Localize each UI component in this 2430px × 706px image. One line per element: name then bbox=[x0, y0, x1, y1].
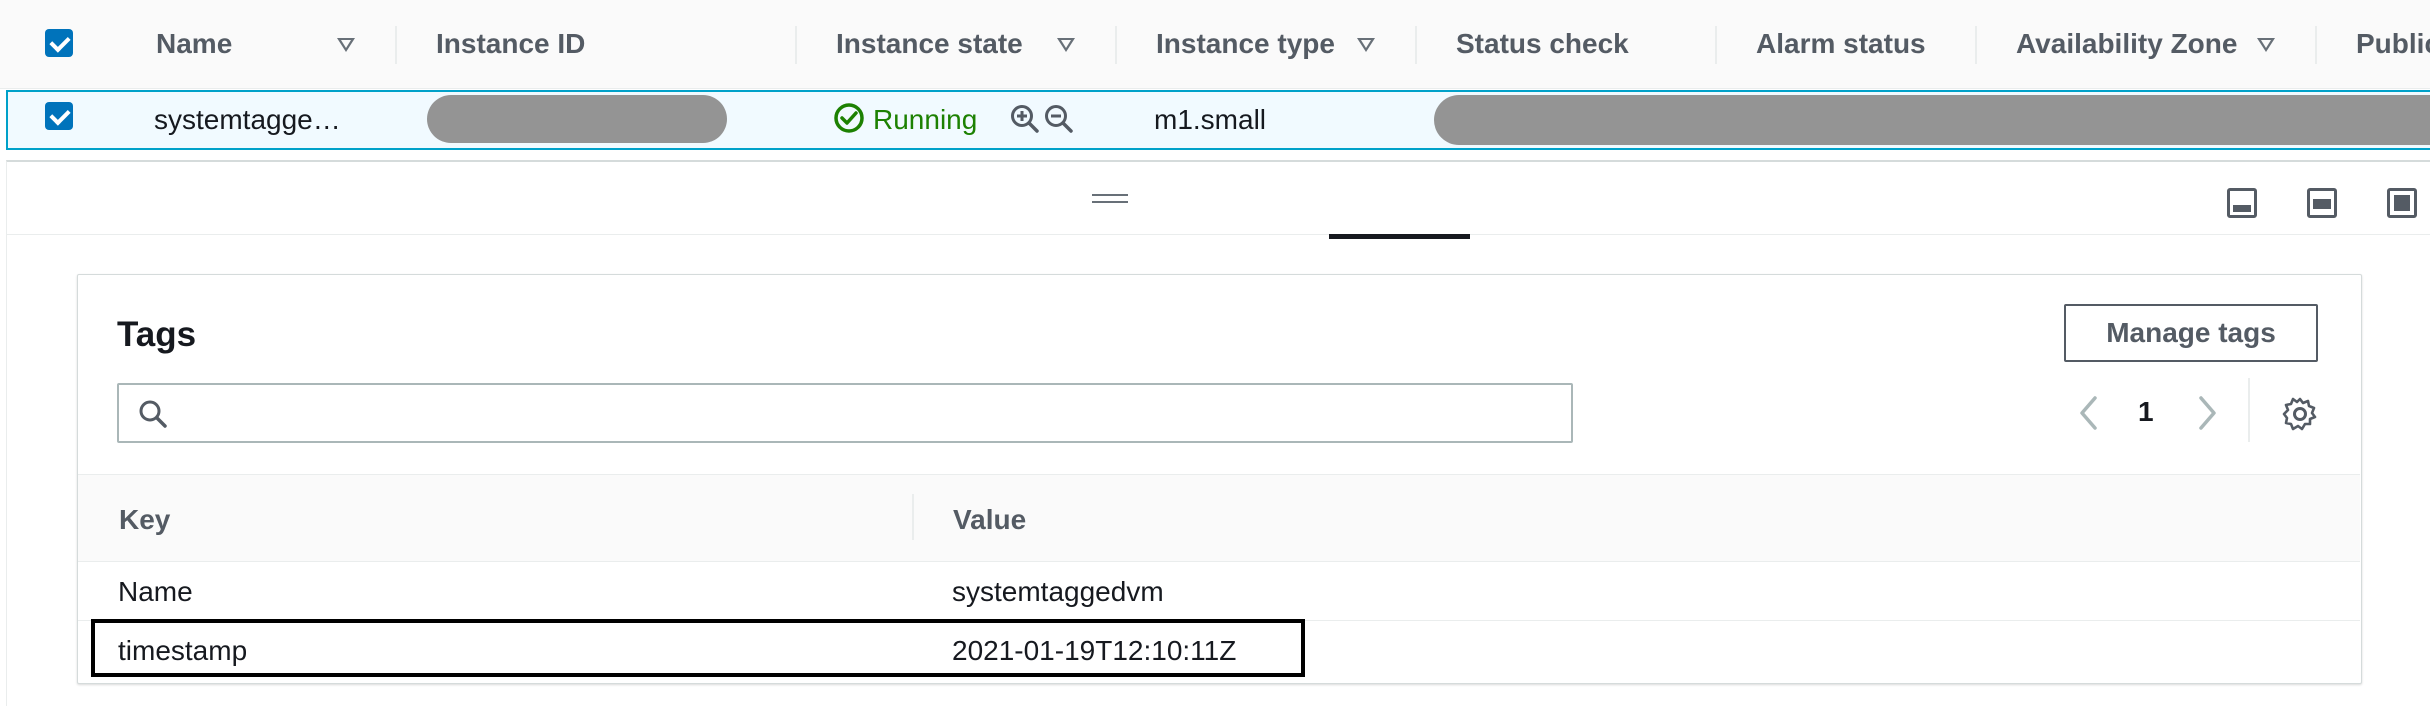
panel-bottom-icon[interactable] bbox=[2227, 188, 2257, 218]
zoom-out-icon[interactable] bbox=[1044, 104, 1074, 134]
column-header-instance-type[interactable]: Instance type bbox=[1156, 0, 1335, 88]
select-all-checkbox[interactable] bbox=[45, 29, 73, 57]
column-divider[interactable] bbox=[1115, 26, 1117, 64]
panel-full-icon[interactable] bbox=[2387, 188, 2417, 218]
resize-handle[interactable] bbox=[1082, 180, 1138, 214]
column-header-label: Instance type bbox=[1156, 28, 1335, 59]
instance-type-cell: m1.small bbox=[1154, 90, 1266, 150]
instance-state-cell: Running bbox=[873, 90, 977, 150]
column-header-instance-id[interactable]: Instance ID bbox=[436, 0, 585, 88]
highlighted-tag-row bbox=[91, 619, 1305, 677]
active-tab-indicator bbox=[1329, 234, 1470, 239]
current-page-number[interactable]: 1 bbox=[2138, 396, 2154, 428]
row-checkbox[interactable] bbox=[45, 102, 73, 130]
sort-icon[interactable] bbox=[337, 38, 355, 52]
column-header-alarm-status[interactable]: Alarm status bbox=[1756, 0, 1926, 88]
tag-key-cell: Name bbox=[118, 576, 193, 607]
search-icon bbox=[139, 400, 167, 428]
tag-value-cell: systemtaggedvm bbox=[952, 576, 1164, 607]
sort-icon[interactable] bbox=[1357, 38, 1375, 52]
panel-side-icon[interactable] bbox=[2307, 188, 2337, 218]
column-header-instance-state[interactable]: Instance state bbox=[836, 0, 1023, 88]
column-header-availability-zone[interactable]: Availability Zone bbox=[2016, 0, 2237, 88]
zoom-in-icon[interactable] bbox=[1010, 104, 1040, 134]
redacted-status-region bbox=[1434, 95, 2430, 145]
column-divider[interactable] bbox=[395, 26, 397, 64]
manage-tags-button[interactable]: Manage tags bbox=[2064, 304, 2318, 362]
column-divider[interactable] bbox=[1415, 26, 1417, 64]
column-divider[interactable] bbox=[912, 494, 914, 540]
chevron-left-icon[interactable] bbox=[2075, 394, 2103, 432]
tags-search-input[interactable] bbox=[117, 383, 1573, 443]
tags-table-header bbox=[78, 474, 2360, 562]
column-header-label: Instance state bbox=[836, 28, 1023, 59]
sort-icon[interactable] bbox=[1057, 38, 1075, 52]
column-header-label: Availability Zone bbox=[2016, 28, 2238, 59]
column-header-public[interactable]: Public bbox=[2356, 0, 2430, 88]
column-header-status-check[interactable]: Status check bbox=[1456, 0, 1629, 88]
column-divider[interactable] bbox=[2315, 26, 2317, 64]
value-column-header[interactable]: Value bbox=[953, 504, 1026, 536]
instance-name: systemtagge… bbox=[154, 104, 341, 135]
column-header-label: Name bbox=[156, 28, 233, 59]
column-header-label: Alarm status bbox=[1756, 28, 1926, 59]
pagination-divider bbox=[2248, 378, 2250, 442]
column-divider[interactable] bbox=[795, 26, 797, 64]
chevron-right-icon[interactable] bbox=[2193, 394, 2221, 432]
instance-type: m1.small bbox=[1154, 104, 1267, 135]
column-divider[interactable] bbox=[1715, 26, 1717, 64]
column-header-name[interactable]: Name bbox=[156, 0, 232, 88]
gear-icon[interactable] bbox=[2282, 396, 2318, 432]
instance-state: Running bbox=[873, 104, 978, 135]
instance-name-cell[interactable]: systemtagge… bbox=[154, 90, 341, 150]
redacted-instance-id bbox=[427, 95, 727, 143]
sort-icon[interactable] bbox=[2257, 38, 2275, 52]
check-circle-icon bbox=[834, 103, 864, 133]
column-divider[interactable] bbox=[1975, 26, 1977, 64]
column-header-label: Status check bbox=[1456, 28, 1629, 59]
column-header-label: Public bbox=[2356, 28, 2430, 59]
tab-bar-border bbox=[6, 234, 2430, 235]
tags-title: Tags bbox=[117, 315, 197, 354]
column-header-label: Instance ID bbox=[436, 28, 586, 59]
key-column-header[interactable]: Key bbox=[119, 504, 170, 536]
